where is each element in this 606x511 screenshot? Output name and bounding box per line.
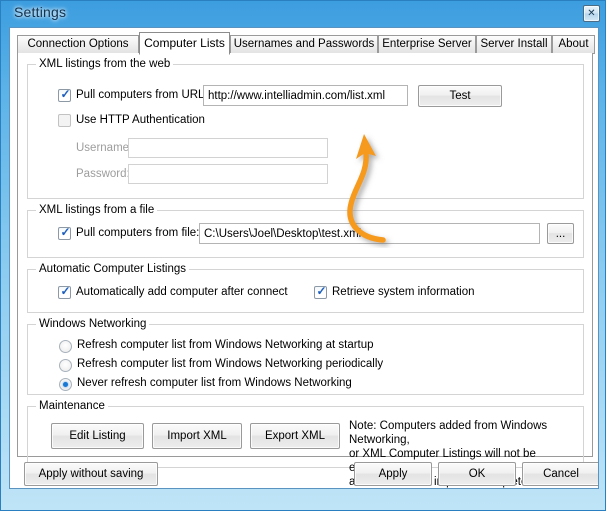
group-automatic-listings-title: Automatic Computer Listings: [36, 263, 190, 275]
dialog-footer: Apply without saving Apply OK Cancel: [17, 460, 598, 488]
close-icon: ✕: [587, 7, 596, 19]
tab-computer-lists[interactable]: Computer Lists: [139, 32, 230, 55]
group-xml-file-title: XML listings from a file: [36, 204, 158, 216]
check-icon: ✓: [60, 284, 71, 298]
pull-from-file-label: Pull computers from file:: [76, 227, 200, 239]
tab-usernames-and-passwords[interactable]: Usernames and Passwords: [230, 35, 378, 54]
retrieve-system-info-label: Retrieve system information: [332, 286, 475, 298]
apply-without-saving-button[interactable]: Apply without saving: [24, 462, 158, 486]
check-icon: ✓: [60, 87, 71, 101]
group-windows-networking: Windows Networking Refresh computer list…: [27, 318, 584, 395]
use-http-auth-checkbox[interactable]: [58, 114, 71, 127]
test-button[interactable]: Test: [418, 85, 502, 107]
group-xml-web-title: XML listings from the web: [36, 58, 174, 70]
check-icon: ✓: [60, 225, 71, 239]
password-field[interactable]: [128, 164, 328, 184]
group-xml-file: XML listings from a file ✓ Pull computer…: [27, 204, 584, 258]
tab-page-computer-lists: XML listings from the web ✓ Pull compute…: [17, 53, 593, 488]
radio-never-refresh-label: Never refresh computer list from Windows…: [77, 377, 352, 389]
use-http-auth-label: Use HTTP Authentication: [76, 114, 205, 126]
radio-refresh-at-startup[interactable]: [59, 340, 72, 353]
group-automatic-listings: Automatic Computer Listings ✓ Automatica…: [27, 263, 584, 313]
cancel-button[interactable]: Cancel: [522, 462, 598, 486]
check-icon: ✓: [316, 284, 327, 298]
tab-strip: Connection Options Computer Lists Userna…: [17, 32, 595, 55]
pull-from-url-checkbox[interactable]: ✓: [58, 87, 71, 102]
auto-add-computer-checkbox[interactable]: ✓: [58, 284, 71, 299]
ok-button[interactable]: OK: [438, 462, 516, 486]
import-xml-button[interactable]: Import XML: [152, 423, 242, 449]
file-path-input[interactable]: C:\Users\Joel\Desktop\test.xml: [199, 223, 540, 244]
group-maintenance: Maintenance Edit Listing Import XML Expo…: [27, 400, 584, 488]
export-xml-button[interactable]: Export XML: [250, 423, 340, 449]
browse-file-button[interactable]: ...: [547, 223, 574, 244]
close-button[interactable]: ✕: [583, 5, 600, 22]
auto-add-computer-label: Automatically add computer after connect: [76, 286, 288, 298]
tab-enterprise-server[interactable]: Enterprise Server: [378, 35, 476, 54]
username-field[interactable]: [128, 138, 328, 158]
title-bar: Settings ✕: [1, 1, 606, 27]
group-xml-web: XML listings from the web ✓ Pull compute…: [27, 58, 584, 199]
radio-never-refresh[interactable]: [59, 378, 72, 391]
username-label: Username:: [76, 142, 133, 154]
dialog-client: Connection Options Computer Lists Userna…: [9, 27, 599, 489]
edit-listing-button[interactable]: Edit Listing: [51, 423, 144, 449]
tab-server-install[interactable]: Server Install: [476, 35, 552, 54]
settings-window: Settings ✕ Connection Options Computer L…: [0, 0, 606, 511]
tab-about[interactable]: About: [552, 35, 595, 54]
radio-refresh-at-startup-label: Refresh computer list from Windows Netwo…: [77, 339, 374, 351]
apply-button[interactable]: Apply: [354, 462, 432, 486]
url-input[interactable]: http://www.intelliadmin.com/list.xml: [203, 85, 408, 106]
group-maintenance-title: Maintenance: [36, 400, 108, 412]
pull-from-url-label: Pull computers from URL:: [76, 89, 208, 101]
radio-refresh-periodically-label: Refresh computer list from Windows Netwo…: [77, 358, 384, 370]
tab-connection-options[interactable]: Connection Options: [17, 35, 139, 54]
password-label: Password:: [76, 168, 130, 180]
group-windows-networking-title: Windows Networking: [36, 318, 150, 330]
pull-from-file-checkbox[interactable]: ✓: [58, 225, 71, 240]
window-title: Settings: [14, 4, 67, 20]
radio-selected-icon: [63, 382, 68, 387]
radio-refresh-periodically[interactable]: [59, 359, 72, 372]
retrieve-system-info-checkbox[interactable]: ✓: [314, 284, 327, 299]
